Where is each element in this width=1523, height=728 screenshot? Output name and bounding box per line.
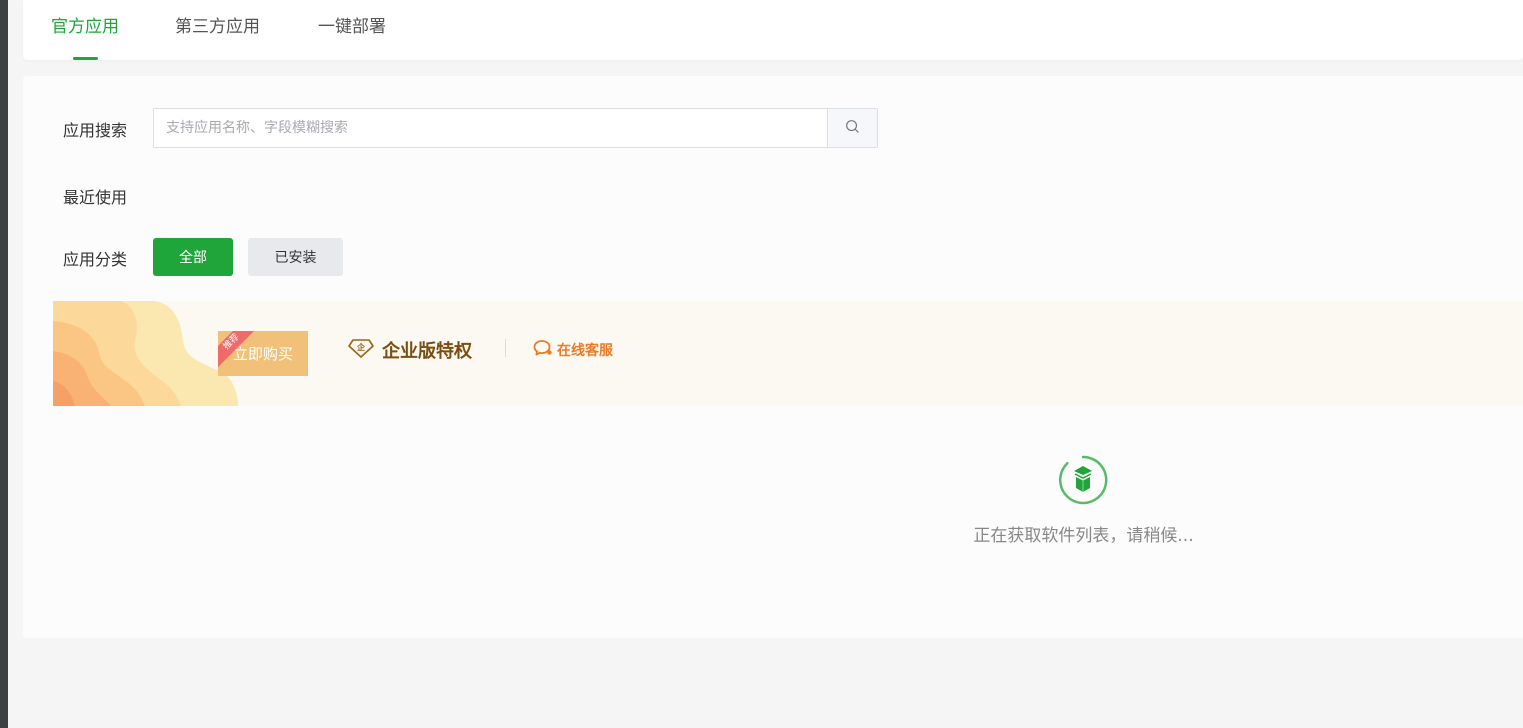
tab-official-apps[interactable]: 官方应用 [51, 15, 119, 45]
buy-now-label: 立即购买 [232, 345, 293, 363]
enterprise-label: 企业版特权 [382, 341, 472, 362]
loading-spinner-icon [1058, 455, 1108, 505]
tab-one-click-deploy[interactable]: 一键部署 [318, 15, 386, 45]
tabs-bar: 官方应用 第三方应用 一键部署 [23, 0, 1523, 60]
category-all-button[interactable]: 全部 [153, 238, 233, 276]
category-label: 应用分类 [63, 250, 128, 269]
enterprise-diamond-icon: 企 [348, 338, 374, 363]
enterprise-banner: 立即购买 推荐 企 企业版特权 在线客服 [53, 301, 1523, 406]
recent-label: 最近使用 [63, 188, 128, 207]
search-box [153, 108, 878, 148]
search-button[interactable] [827, 109, 877, 147]
tab-third-party-apps[interactable]: 第三方应用 [175, 15, 260, 45]
category-installed-button[interactable]: 已安装 [248, 238, 343, 276]
loading-text: 正在获取软件列表，请稍候... [973, 526, 1194, 546]
buy-now-button[interactable]: 立即购买 推荐 [218, 331, 308, 376]
banner-wave-art [53, 301, 238, 406]
enterprise-privileges[interactable]: 企 企业版特权 [348, 337, 472, 363]
online-service-label: 在线客服 [557, 343, 613, 359]
online-service-link[interactable]: 在线客服 [533, 339, 613, 361]
left-edge-strip [0, 0, 8, 728]
chat-bubble-icon [533, 339, 553, 361]
search-input[interactable] [154, 109, 827, 147]
search-label: 应用搜索 [63, 121, 128, 140]
search-icon [845, 119, 860, 138]
enterprise-icon-glyph: 企 [356, 342, 366, 352]
active-tab-indicator [73, 57, 98, 60]
main-panel: 应用搜索 最近使用 应用分类 全部 已安装 立即购买 推荐 [23, 76, 1523, 638]
banner-divider [505, 339, 506, 357]
